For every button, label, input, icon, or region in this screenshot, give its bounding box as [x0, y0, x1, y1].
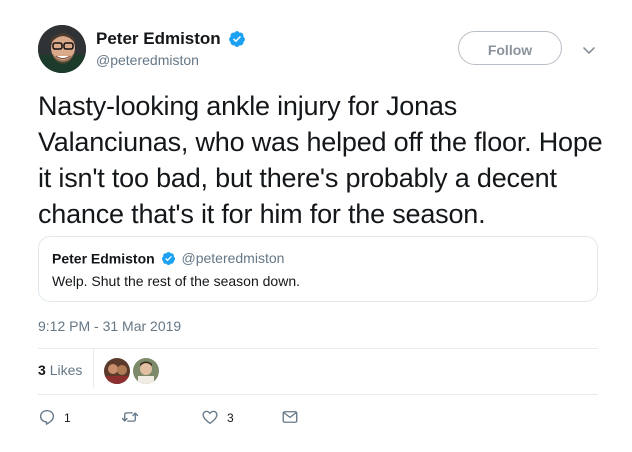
retweet-action[interactable]	[121, 406, 147, 428]
reply-icon	[39, 409, 55, 425]
author-handle[interactable]: @peteredmiston	[96, 52, 246, 68]
quoted-tweet[interactable]: Peter Edmiston @peteredmiston Welp. Shut…	[38, 236, 598, 302]
tweet-actions: 1 3	[38, 406, 338, 428]
verified-badge-icon	[161, 251, 175, 265]
envelope-icon	[282, 411, 298, 423]
liker-avatar[interactable]	[104, 358, 130, 384]
divider	[38, 348, 598, 349]
tweet-text: Nasty-looking ankle injury for Jonas Val…	[38, 91, 603, 229]
follow-button[interactable]: Follow	[458, 31, 562, 65]
like-count: 3	[227, 411, 234, 425]
dm-action[interactable]	[281, 406, 299, 428]
author-display-name[interactable]: Peter Edmiston	[96, 29, 221, 49]
tweet-timestamp[interactable]: 9:12 PM - 31 Mar 2019	[38, 318, 181, 334]
quoted-author-name: Peter Edmiston	[52, 250, 155, 267]
reply-count: 1	[64, 411, 71, 425]
tweet-header: Peter Edmiston @peteredmiston Follow	[38, 25, 608, 77]
likes-number: 3	[38, 362, 46, 378]
quoted-tweet-header: Peter Edmiston @peteredmiston	[52, 249, 284, 266]
verified-badge-icon	[229, 31, 246, 47]
likes-count[interactable]: 3 Likes	[38, 362, 82, 378]
divider	[38, 394, 598, 395]
heart-icon	[202, 410, 218, 425]
likes-label: Likes	[49, 362, 83, 378]
tweet-card: Peter Edmiston @peteredmiston Follow Nas…	[0, 0, 632, 452]
retweet-icon	[121, 412, 139, 422]
quoted-author-handle: @peteredmiston	[181, 250, 285, 267]
author-name-block: Peter Edmiston @peteredmiston	[96, 29, 246, 68]
divider	[93, 348, 94, 388]
likes-row: 3 Likes	[38, 348, 598, 388]
quoted-tweet-text: Welp. Shut the rest of the season down.	[52, 273, 301, 289]
author-avatar[interactable]	[38, 25, 86, 73]
like-action[interactable]: 3	[201, 406, 234, 428]
reply-action[interactable]: 1	[38, 406, 71, 428]
liker-avatar[interactable]	[133, 358, 159, 384]
chevron-down-icon[interactable]	[581, 42, 597, 58]
